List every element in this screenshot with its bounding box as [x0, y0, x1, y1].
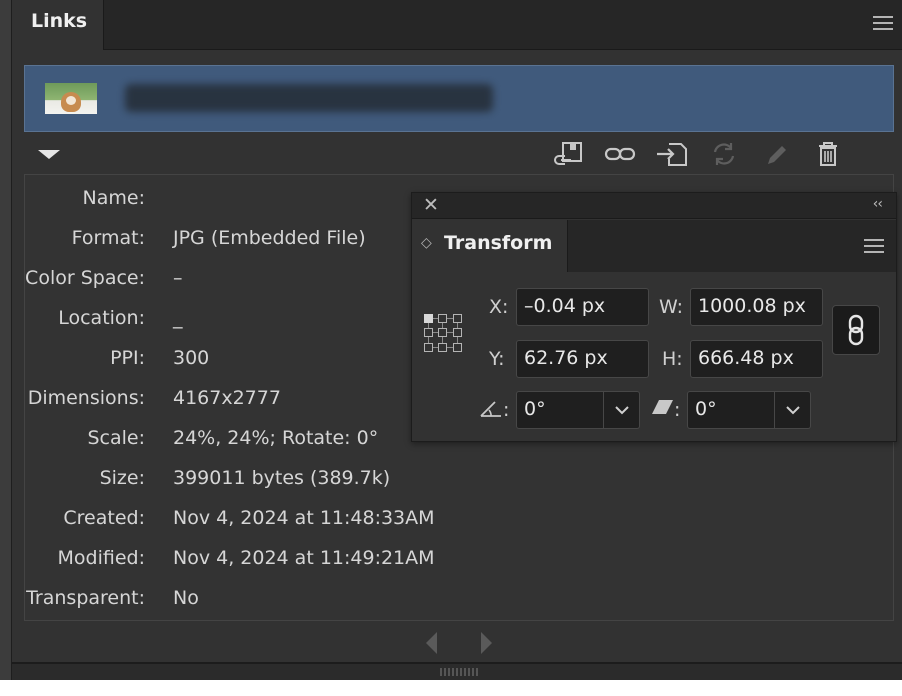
h-label: H:	[662, 348, 683, 370]
info-row-size: Size: 399011 bytes (389.7k)	[99, 467, 391, 489]
edit-original-icon[interactable]	[756, 139, 796, 169]
tab-links[interactable]: Links	[12, 0, 104, 50]
shear-label: :	[674, 399, 681, 421]
tab-options-icon[interactable]: ◇	[421, 235, 432, 251]
hamburger-menu-icon[interactable]	[864, 239, 884, 253]
reference-point-icon[interactable]	[424, 314, 462, 352]
info-row-transparent: Transparent: No	[26, 587, 199, 609]
height-field[interactable]: 666.48 px	[690, 340, 823, 378]
link-name-redacted	[125, 84, 493, 112]
next-link-icon[interactable]	[481, 632, 492, 654]
transform-panel: ✕ ‹‹ ◇ Transform X: –0.04 px W: 1000.08 …	[411, 192, 897, 442]
update-link-icon[interactable]	[704, 139, 744, 169]
link-thumbnail	[45, 83, 97, 114]
selected-link-row[interactable]	[24, 65, 894, 132]
width-field[interactable]: 1000.08 px	[690, 288, 823, 326]
info-row-created: Created: Nov 4, 2024 at 11:48:33AM	[63, 507, 435, 529]
shear-icon	[652, 400, 673, 414]
go-to-link-icon[interactable]	[600, 139, 640, 169]
links-tab-bar: Links	[12, 0, 902, 50]
delete-icon[interactable]	[808, 139, 848, 169]
shear-field[interactable]: 0°	[687, 391, 775, 429]
tab-links-label: Links	[31, 10, 88, 32]
tab-transform[interactable]: ◇ Transform	[412, 220, 568, 272]
resize-grip-icon[interactable]	[440, 668, 480, 676]
embed-icon[interactable]	[652, 139, 692, 169]
x-label: X:	[489, 296, 509, 318]
y-label: Y:	[489, 348, 505, 370]
previous-link-icon[interactable]	[426, 632, 437, 654]
rotate-angle-icon	[480, 401, 501, 417]
w-label: W:	[659, 296, 684, 318]
links-toolbar	[548, 139, 848, 169]
relink-from-cc-icon[interactable]	[548, 139, 588, 169]
transform-title-bar[interactable]: ✕ ‹‹	[412, 193, 896, 219]
shear-dropdown[interactable]	[775, 391, 811, 429]
close-icon[interactable]: ✕	[423, 194, 439, 216]
info-row-modified: Modified: Nov 4, 2024 at 11:49:21AM	[57, 547, 435, 569]
link-navigation	[12, 628, 902, 658]
rotate-label: :	[503, 399, 510, 421]
rotate-dropdown[interactable]	[604, 391, 640, 429]
tab-transform-label: Transform	[444, 232, 553, 254]
show-link-info-toggle[interactable]	[38, 150, 60, 159]
left-dock-edge	[0, 0, 12, 680]
chevron-down-icon	[785, 405, 800, 414]
constrain-proportions-button[interactable]	[832, 305, 880, 355]
transform-tab-bar: ◇ Transform	[412, 220, 896, 272]
hamburger-menu-icon[interactable]	[873, 16, 893, 30]
link-chain-icon	[848, 314, 864, 346]
collapse-panel-icon[interactable]: ‹‹	[873, 196, 883, 212]
x-position-field[interactable]: –0.04 px	[516, 288, 649, 326]
chevron-down-icon	[614, 405, 629, 414]
rotate-field[interactable]: 0°	[516, 391, 604, 429]
y-position-field[interactable]: 62.76 px	[516, 340, 649, 378]
panel-resize-bar[interactable]	[12, 662, 902, 680]
